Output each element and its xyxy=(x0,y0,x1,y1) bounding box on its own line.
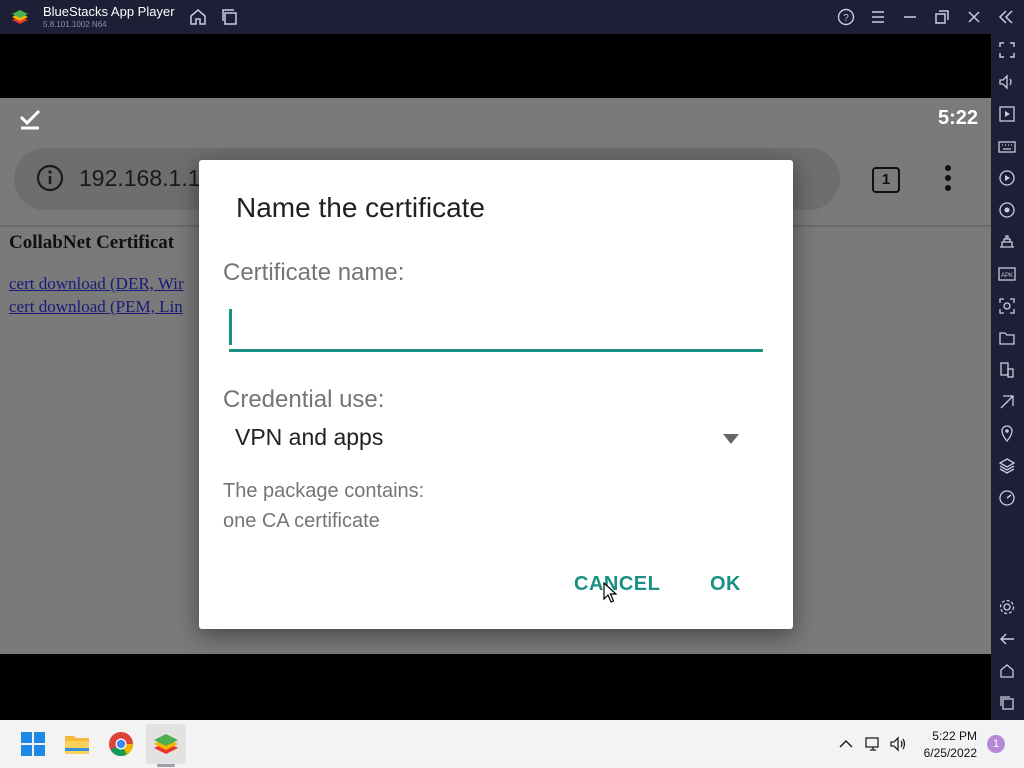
cert-link-der[interactable]: cert download (DER, Wir xyxy=(9,274,184,294)
apk-icon[interactable]: APK xyxy=(998,265,1016,283)
info-icon[interactable] xyxy=(36,164,64,192)
clock-time[interactable]: 5:22 PM xyxy=(925,729,977,743)
cert-link-pem[interactable]: cert download (PEM, Lin xyxy=(9,297,183,317)
build-icon[interactable] xyxy=(998,233,1016,251)
app-version: 5.8.101.1002 N64 xyxy=(43,20,107,29)
mouse-pointer-icon xyxy=(603,582,617,603)
network-icon[interactable] xyxy=(864,735,882,753)
collapse-sidebar-icon[interactable] xyxy=(996,7,1016,27)
fullscreen-icon[interactable] xyxy=(998,41,1016,59)
chrome-icon[interactable] xyxy=(107,730,135,758)
back-icon[interactable] xyxy=(998,630,1016,648)
title-bar: BlueStacks App Player 5.8.101.1002 N64 ? xyxy=(0,0,1024,34)
download-done-icon xyxy=(19,109,41,130)
help-icon[interactable]: ? xyxy=(836,7,856,27)
bluestacks-logo-icon xyxy=(12,10,28,24)
certificate-name-label: Certificate name: xyxy=(223,259,405,286)
layers-icon[interactable] xyxy=(998,457,1016,475)
page-heading: CollabNet Certificat xyxy=(9,232,175,253)
windows-taskbar: 5:22 PM 6/25/2022 1 xyxy=(0,720,1024,768)
speed-icon[interactable] xyxy=(998,489,1016,507)
restore-icon[interactable] xyxy=(932,7,952,27)
clock-date[interactable]: 6/25/2022 xyxy=(915,746,977,760)
ok-button[interactable]: OK xyxy=(710,573,741,596)
home-icon[interactable] xyxy=(188,7,208,27)
svg-text:APK: APK xyxy=(1001,273,1013,279)
multi-device-icon[interactable] xyxy=(998,361,1016,379)
settings-icon[interactable] xyxy=(998,598,1016,616)
screenshot-icon[interactable] xyxy=(998,297,1016,315)
text-cursor xyxy=(229,309,232,345)
url-text[interactable]: 192.168.1.1 xyxy=(79,165,201,192)
dropdown-arrow-icon xyxy=(723,434,739,444)
bluestacks-taskbar-icon[interactable] xyxy=(152,730,180,758)
media-icon[interactable] xyxy=(998,105,1016,123)
folder-icon[interactable] xyxy=(998,329,1016,347)
app-title: BlueStacks App Player xyxy=(43,4,175,19)
dialog-title: Name the certificate xyxy=(236,192,485,223)
speaker-icon[interactable] xyxy=(889,735,907,753)
recents-icon[interactable] xyxy=(998,694,1016,712)
credential-use-value: VPN and apps xyxy=(235,424,384,450)
certificate-name-input[interactable] xyxy=(229,305,763,352)
status-time: 5:22 xyxy=(937,107,978,129)
windows-start-icon[interactable] xyxy=(19,730,47,758)
keyboard-icon[interactable] xyxy=(998,137,1016,155)
android-home-icon[interactable] xyxy=(998,662,1016,680)
menu-icon[interactable] xyxy=(868,7,888,27)
credential-use-label: Credential use: xyxy=(223,386,385,413)
macro-icon[interactable] xyxy=(998,169,1016,187)
eco-icon[interactable] xyxy=(998,393,1016,411)
overflow-menu-icon[interactable] xyxy=(938,164,958,192)
chevron-up-icon[interactable] xyxy=(837,735,855,753)
minimize-icon[interactable] xyxy=(900,7,920,27)
multi-instance-icon[interactable] xyxy=(220,7,240,27)
file-explorer-icon[interactable] xyxy=(63,730,91,758)
package-contents-line2: one CA certificate xyxy=(223,510,380,532)
volume-icon[interactable] xyxy=(998,73,1016,91)
cancel-button[interactable]: CANCEL xyxy=(574,573,660,596)
svg-text:?: ? xyxy=(843,13,849,24)
credential-use-dropdown[interactable]: VPN and apps xyxy=(223,414,763,462)
sync-icon[interactable] xyxy=(998,201,1016,219)
tab-count-button[interactable]: 1 xyxy=(872,167,900,193)
package-contents-line1: The package contains: xyxy=(223,480,425,502)
close-icon[interactable] xyxy=(964,7,984,27)
android-status-bar: 5:22 xyxy=(0,98,991,136)
right-sidebar: APK xyxy=(991,34,1024,720)
location-icon[interactable] xyxy=(998,425,1016,443)
name-certificate-dialog: Name the certificate Certificate name: C… xyxy=(199,160,793,629)
running-indicator xyxy=(157,764,175,767)
notification-badge[interactable]: 1 xyxy=(987,735,1005,753)
